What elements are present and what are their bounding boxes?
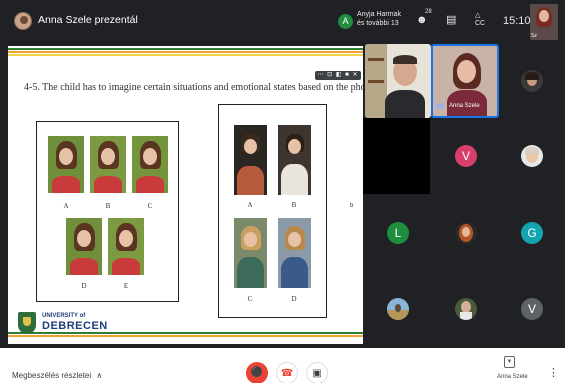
- man-hair: [393, 55, 417, 64]
- photo-right-a: [234, 125, 267, 195]
- photo-left-a: [48, 136, 84, 193]
- participant-avatar-l[interactable]: L: [387, 222, 409, 244]
- people-count: 28: [425, 9, 432, 15]
- participant-avatar-photo-3[interactable]: [455, 222, 477, 244]
- photo-left-e: [108, 218, 144, 275]
- participant-tile-top-right[interactable]: [499, 44, 565, 118]
- bottom-bar: Megbeszélés részletei ∧ ⚫ ☎ ▣ ▼ Anna Sze…: [0, 348, 565, 383]
- chevron-up-icon: ∧: [96, 371, 103, 380]
- top-bar: Anna Szele prezentál A Anyja Harmak és t…: [0, 0, 565, 42]
- self-view-label: Sz: [531, 33, 537, 39]
- participant-avatar-v2[interactable]: V: [521, 298, 543, 320]
- participant-video-man[interactable]: [365, 44, 431, 118]
- university-crest-icon: [18, 312, 36, 334]
- participant-avatar-photo-1: [521, 70, 543, 92]
- shelf-1: [368, 58, 384, 61]
- photo-right-c: [234, 218, 267, 288]
- more-options-icon[interactable]: ⋮: [548, 366, 559, 379]
- label-left-b: B: [105, 202, 111, 210]
- photo-right-d: [278, 218, 311, 288]
- mic-off-icon: ⚫: [250, 367, 264, 378]
- photo-set-left: A B C D E: [36, 121, 179, 302]
- label-left-e: E: [123, 282, 129, 290]
- captions-label: CC: [475, 20, 486, 27]
- stripe-orange: [8, 51, 363, 53]
- label-right-c: C: [247, 295, 253, 303]
- label-right-a: A: [247, 201, 253, 209]
- participant-avatar-g[interactable]: G: [521, 222, 543, 244]
- label-left-a: A: [63, 202, 69, 210]
- presentation-title: Anna Szele prezentál: [38, 14, 138, 26]
- presentation-slide: ⋯ ⊡ ◧ ■ ✕ 4-5. The child has to imagine …: [8, 46, 363, 344]
- speaker-face: [457, 60, 476, 83]
- photo-left-c: [132, 136, 168, 193]
- slide-side-mark: b: [350, 203, 354, 209]
- meeting-details-label: Megbeszélés részletei: [12, 371, 92, 380]
- participants-speaking-text: Anyja Harmak és további 13: [357, 10, 401, 28]
- photo-left-d: [66, 218, 102, 275]
- speaker-name: Anna Szele: [449, 103, 480, 109]
- participant-video-off-tile[interactable]: [363, 118, 430, 194]
- label-left-c: C: [147, 202, 153, 210]
- man-shirt: [385, 90, 425, 118]
- university-logo: UNIVERSITY of DEBRECEN: [14, 310, 124, 338]
- self-view-thumbnail[interactable]: Sz: [530, 4, 558, 40]
- leave-call-button[interactable]: ☎: [276, 362, 298, 383]
- label-left-d: D: [81, 282, 87, 290]
- meeting-details-button[interactable]: Megbeszélés részletei ∧: [12, 371, 102, 380]
- presenter-name-label: Anna Szele: [497, 374, 528, 380]
- presenter-avatar: [14, 12, 32, 30]
- who-line-1: Anyja Harmak: [357, 11, 401, 18]
- self-view-face: [539, 10, 549, 22]
- label-right-d: D: [291, 295, 297, 303]
- participant-avatar-photo-2[interactable]: [521, 145, 543, 167]
- clock: 15:10: [503, 15, 531, 27]
- photo-left-b: [90, 136, 126, 193]
- participant-initial-badge: A: [338, 14, 353, 29]
- chat-icon[interactable]: ▤: [446, 13, 456, 27]
- stripe-yellow: [8, 54, 363, 56]
- shelf-2: [368, 80, 384, 83]
- hang-up-icon: ☎: [280, 368, 294, 379]
- camera-button[interactable]: ▣: [306, 362, 328, 383]
- participant-video-speaker[interactable]: ▮▮ Anna Szele: [431, 44, 499, 118]
- participant-avatar-v[interactable]: V: [455, 145, 477, 167]
- captions-icon[interactable]: △ CC: [475, 12, 485, 28]
- stripe-green: [8, 48, 363, 50]
- people-icon[interactable]: ☻: [416, 13, 428, 27]
- speaking-indicator-icon: ▮▮: [436, 103, 444, 110]
- photo-right-b: [278, 125, 311, 195]
- participant-avatar-photo-5[interactable]: [455, 298, 477, 320]
- slide-toolbar[interactable]: ⋯ ⊡ ◧ ■ ✕: [315, 71, 361, 80]
- participant-avatar-photo-4[interactable]: [387, 298, 409, 320]
- logo-line-2: DEBRECEN: [42, 320, 108, 332]
- who-line-2: és további 13: [357, 20, 399, 27]
- logo-line-1: UNIVERSITY of: [42, 313, 86, 319]
- camera-icon: ▣: [312, 368, 322, 379]
- mic-off-button[interactable]: ⚫: [246, 362, 268, 383]
- slide-heading: 4-5. The child has to imagine certain si…: [24, 82, 363, 93]
- photo-set-right: A B C D: [218, 104, 327, 318]
- present-icon[interactable]: ▼: [504, 356, 515, 368]
- label-right-b: B: [291, 201, 297, 209]
